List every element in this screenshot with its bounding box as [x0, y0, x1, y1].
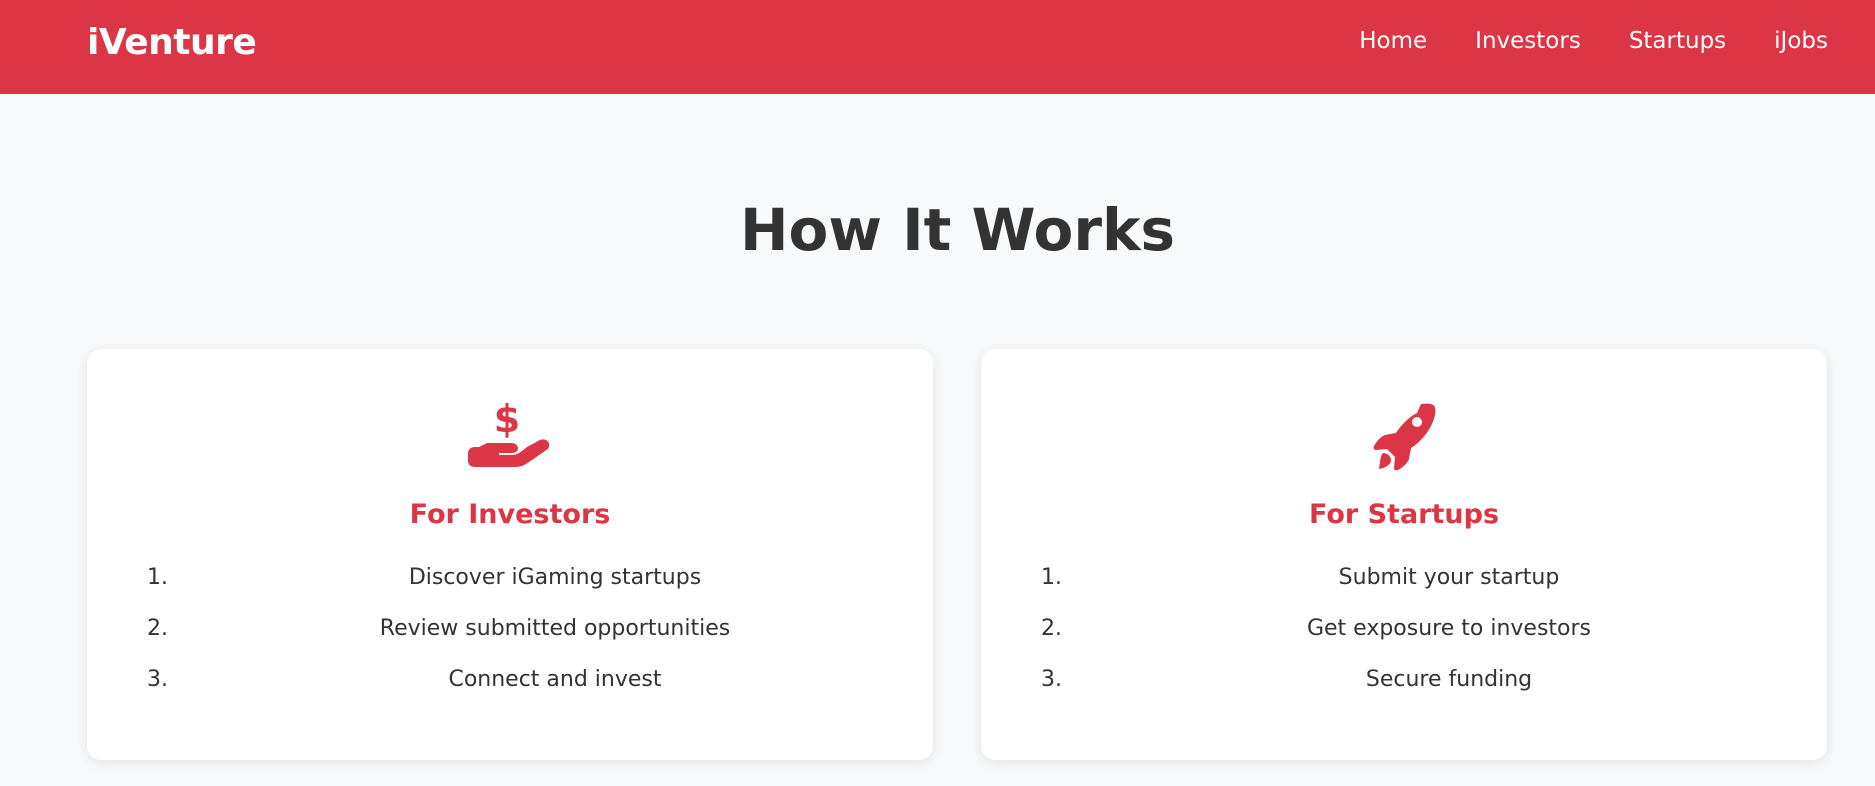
step-number: 3. [147, 667, 168, 692]
startup-steps-list: 1. Submit your startup 2. Get exposure t… [981, 565, 1827, 718]
card-title-startups: For Startups [1308, 499, 1500, 530]
list-item: 2. Review submitted opportunities [87, 616, 933, 667]
investors-card: $ For Investors 1. Discover iGaming star… [87, 349, 933, 760]
step-text: Connect and invest [448, 667, 662, 692]
hand-holding-dollar-icon: $ [465, 395, 555, 477]
step-text: Discover iGaming startups [408, 565, 702, 590]
nav-link-startups[interactable]: Startups [1629, 28, 1726, 54]
section-title: How It Works [739, 196, 1176, 264]
startups-card: For Startups 1. Submit your startup 2. G… [981, 349, 1827, 760]
step-text: Review submitted opportunities [379, 616, 731, 641]
step-text: Get exposure to investors [1306, 616, 1592, 641]
step-number: 1. [1041, 565, 1062, 590]
list-item: 2. Get exposure to investors [981, 616, 1827, 667]
step-number: 3. [1041, 667, 1062, 692]
nav-link-investors[interactable]: Investors [1475, 28, 1581, 54]
navbar: iVenture Home Investors Startups iJobs [0, 0, 1875, 94]
list-item: 1. Discover iGaming startups [87, 565, 933, 616]
step-text: Secure funding [1365, 667, 1533, 692]
list-item: 3. Secure funding [981, 667, 1827, 718]
card-title-investors: For Investors [409, 499, 611, 530]
svg-text:$: $ [494, 397, 520, 441]
step-text: Submit your startup [1338, 565, 1560, 590]
nav-link-ijobs[interactable]: iJobs [1774, 28, 1828, 54]
step-number: 1. [147, 565, 168, 590]
nav-link-home[interactable]: Home [1359, 28, 1427, 54]
step-number: 2. [147, 616, 168, 641]
brand-logo[interactable]: iVenture [87, 22, 257, 63]
list-item: 1. Submit your startup [981, 565, 1827, 616]
investor-steps-list: 1. Discover iGaming startups 2. Review s… [87, 565, 933, 718]
step-number: 2. [1041, 616, 1062, 641]
rocket-icon [1359, 395, 1449, 477]
list-item: 3. Connect and invest [87, 667, 933, 718]
nav-menu: Home Investors Startups iJobs [1359, 28, 1828, 54]
